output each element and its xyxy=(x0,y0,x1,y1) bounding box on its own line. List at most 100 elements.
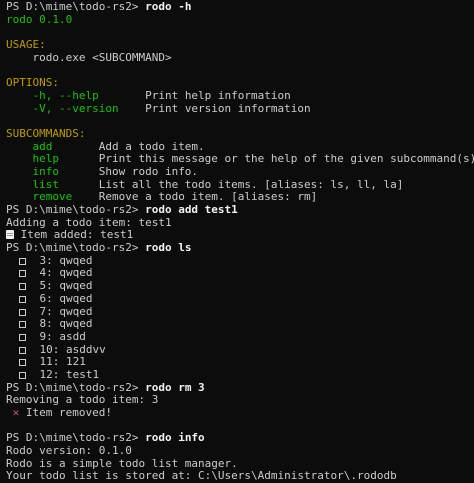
subcommand-row: list List all the todo items. [aliases: … xyxy=(6,179,474,192)
usage-text: rodo.exe <SUBCOMMAND> xyxy=(6,51,172,64)
subcommand-row: add Add a todo item. xyxy=(6,141,474,154)
command: rodo info xyxy=(145,432,205,445)
subcommand-row: help Print this message or the help of t… xyxy=(6,153,474,166)
prompt: PS D:\mime\todo-rs2> xyxy=(6,432,146,445)
output-text: Item removed! xyxy=(19,407,112,419)
prompt-line: PS D:\mime\todo-rs2> rodo rm 3 xyxy=(6,382,474,395)
subcommand-desc: Remove a todo item. [aliases: rm] xyxy=(98,191,318,204)
output-line: Rodo is a simple todo list manager. xyxy=(6,458,474,471)
subcommand-desc: Show rodo info. xyxy=(98,165,199,178)
list-item: 10: asddvv xyxy=(6,344,474,357)
prompt-line: PS D:\mime\todo-rs2> rodo ls xyxy=(6,242,474,255)
option-desc: Print version information xyxy=(145,102,311,115)
version-text: rodo 0.1.0 xyxy=(6,13,73,26)
subcommand-desc: List all the todo items. [aliases: ls, l… xyxy=(98,178,404,191)
item-number: 5 xyxy=(39,280,47,293)
prompt-line: PS D:\mime\todo-rs2> rodo -h xyxy=(6,1,474,14)
subcommand-name: info xyxy=(6,165,99,178)
output-line: Adding a todo item: test1 xyxy=(6,217,474,230)
usage-header: USAGE: xyxy=(6,39,474,52)
checkbox-icon xyxy=(19,359,27,367)
list-item: 4: qwqed xyxy=(6,267,474,280)
list-item: 11: 121 xyxy=(6,356,474,369)
list-item: 6: qwqed xyxy=(6,293,474,306)
list-item: 12: test1 xyxy=(6,369,474,382)
item-number: 7 xyxy=(39,305,47,318)
prompt: PS D:\mime\todo-rs2> xyxy=(6,242,146,255)
checkbox-icon xyxy=(19,308,27,316)
subcommands-header: SUBCOMMANDS: xyxy=(6,128,474,141)
option-flag: -h, --help xyxy=(6,89,146,102)
output-text: Your todo list is stored at: C:\Users\Ad… xyxy=(6,470,397,483)
prompt: PS D:\mime\todo-rs2> xyxy=(6,204,146,216)
command: rodo add test1 xyxy=(145,204,238,216)
subcommand-name: remove xyxy=(6,191,99,204)
checkbox-icon xyxy=(19,346,27,354)
item-number: 6 xyxy=(39,292,47,305)
checkbox-icon xyxy=(19,371,27,379)
output-text: Removing a todo item: 3 xyxy=(6,394,159,407)
output-line: Item added: test1 xyxy=(6,229,474,242)
list-item: 9: asdd xyxy=(6,331,474,344)
output-line: Rodo version: 0.1.0 xyxy=(6,445,474,458)
item-number: 12 xyxy=(39,368,53,381)
output-line: Removing a todo item: 3 xyxy=(6,394,474,407)
list-item: 7: qwqed xyxy=(6,306,474,319)
checkbox-icon xyxy=(19,283,27,291)
subcommand-name: list xyxy=(6,178,99,191)
checkbox-icon xyxy=(19,333,27,341)
prompt: PS D:\mime\todo-rs2> xyxy=(6,381,146,394)
item-number: 3 xyxy=(39,254,47,267)
output-text: Adding a todo item: test1 xyxy=(6,216,172,229)
checkbox-icon xyxy=(19,270,27,278)
output-text: Rodo version: 0.1.0 xyxy=(6,445,132,458)
item-text: qwqed xyxy=(59,318,93,331)
list-item: 3: qwqed xyxy=(6,255,474,268)
subcommands-header-text: SUBCOMMANDS: xyxy=(6,127,86,140)
item-text: qwqed xyxy=(59,280,93,293)
item-text: qwqed xyxy=(59,254,93,267)
item-text: test1 xyxy=(66,368,100,381)
item-text: asdd xyxy=(59,330,86,343)
usage-line: rodo.exe <SUBCOMMAND> xyxy=(6,52,474,65)
output-text: Item added: test1 xyxy=(14,229,134,242)
prompt: PS D:\mime\todo-rs2> xyxy=(6,1,146,13)
subcommand-name: add xyxy=(6,140,99,153)
option-desc: Print help information xyxy=(145,89,291,102)
item-number: 8 xyxy=(39,318,47,331)
item-number: 4 xyxy=(39,267,47,280)
prompt-line: PS D:\mime\todo-rs2> rodo add test1 xyxy=(6,204,474,217)
checkbox-icon xyxy=(19,295,27,303)
command: rodo ls xyxy=(145,242,192,255)
usage-header-text: USAGE: xyxy=(6,39,46,52)
item-text: qwqed xyxy=(59,267,93,280)
option-flag: -V, --version xyxy=(6,102,146,115)
subcommand-desc: Add a todo item. xyxy=(98,140,205,153)
checkbox-icon xyxy=(19,321,27,329)
terminal-window[interactable]: PS D:\mime\todo-rs2> rodo -h rodo 0.1.0 … xyxy=(0,0,474,483)
subcommand-row: remove Remove a todo item. [aliases: rm] xyxy=(6,191,474,204)
item-text: qwqed xyxy=(59,305,93,318)
item-number: 10 xyxy=(39,343,53,356)
command: rodo -h xyxy=(145,1,192,13)
list-item: 5: qwqed xyxy=(6,280,474,293)
output-text: Rodo is a simple todo list manager. xyxy=(6,457,238,470)
prompt-line: PS D:\mime\todo-rs2> rodo info xyxy=(6,432,474,445)
options-header: OPTIONS: xyxy=(6,77,474,90)
list-item: 8: qwqed xyxy=(6,318,474,331)
item-text: qwqed xyxy=(59,292,93,305)
item-number: 11 xyxy=(39,356,53,369)
subcommand-desc: Print this message or the help of the gi… xyxy=(98,153,474,166)
option-row: -h, --help Print help information xyxy=(6,90,474,103)
version-line: rodo 0.1.0 xyxy=(6,14,474,27)
item-text: asddvv xyxy=(66,343,106,356)
command: rodo rm 3 xyxy=(145,381,205,394)
subcommand-name: help xyxy=(6,153,99,166)
option-row: -V, --version Print version information xyxy=(6,103,474,116)
output-line: ✕ Item removed! xyxy=(6,407,474,420)
checkbox-icon xyxy=(19,257,27,265)
